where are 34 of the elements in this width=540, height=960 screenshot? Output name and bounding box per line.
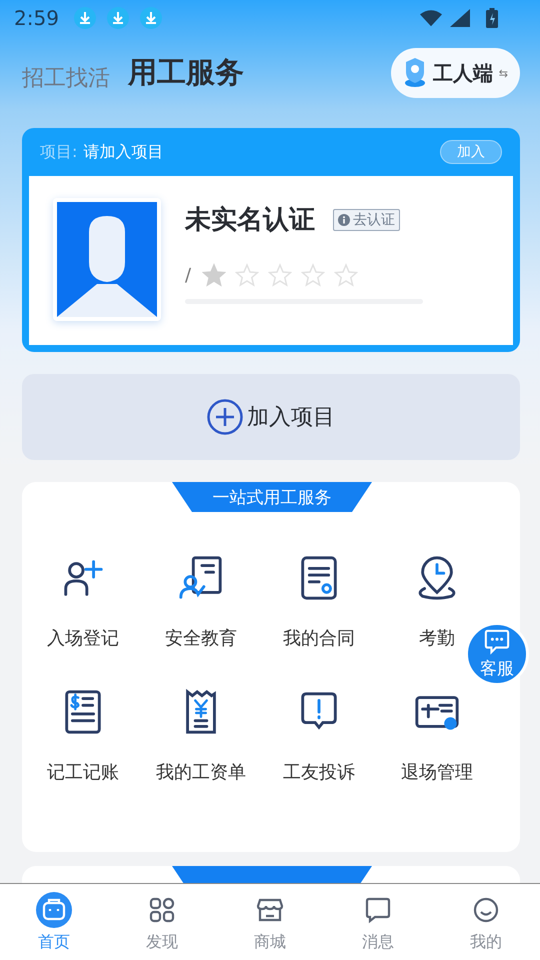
project-label: 项目:: [40, 142, 78, 162]
chat-bubble-icon: [483, 628, 511, 654]
shield-icon: [402, 57, 427, 89]
service-item[interactable]: 我的工资单: [156, 688, 246, 784]
star-icon: [268, 263, 292, 287]
role-switch-button[interactable]: 工人端 ⇆: [390, 48, 520, 98]
star-icon: [202, 263, 226, 287]
star-icon: [334, 263, 358, 287]
signal-icon: [449, 9, 471, 27]
briefcase-icon: [36, 892, 72, 928]
service-item[interactable]: 入场登记: [47, 554, 119, 650]
download-icon: [106, 7, 129, 29]
service-item[interactable]: 工友投诉: [283, 688, 355, 784]
verify-button[interactable]: 去认证: [333, 208, 400, 230]
service-item[interactable]: 退场管理: [401, 688, 473, 784]
project-value: 请加入项目: [83, 142, 164, 162]
service-item[interactable]: 记工记账: [47, 688, 119, 784]
wifi-icon: [420, 9, 442, 27]
header-tab[interactable]: 用工服务: [128, 53, 244, 93]
verification-status: 未实名认证: [185, 204, 315, 237]
join-project-button[interactable]: 加入项目: [22, 374, 520, 460]
star-icon: [235, 263, 260, 287]
status-time: 2:59: [14, 6, 59, 30]
info-icon: [338, 214, 350, 226]
service-item[interactable]: 我的合同: [283, 554, 355, 650]
service-item[interactable]: 安全教育: [165, 554, 237, 650]
service-item[interactable]: 考勤: [413, 554, 461, 650]
plus-circle-icon: [207, 399, 243, 435]
battery-icon: [486, 8, 498, 28]
download-icon: [140, 7, 162, 29]
section-banner: 一站式用工服务: [172, 482, 372, 512]
star-icon: [301, 263, 326, 287]
download-icon: [74, 7, 96, 29]
star-rating: /: [185, 263, 358, 287]
